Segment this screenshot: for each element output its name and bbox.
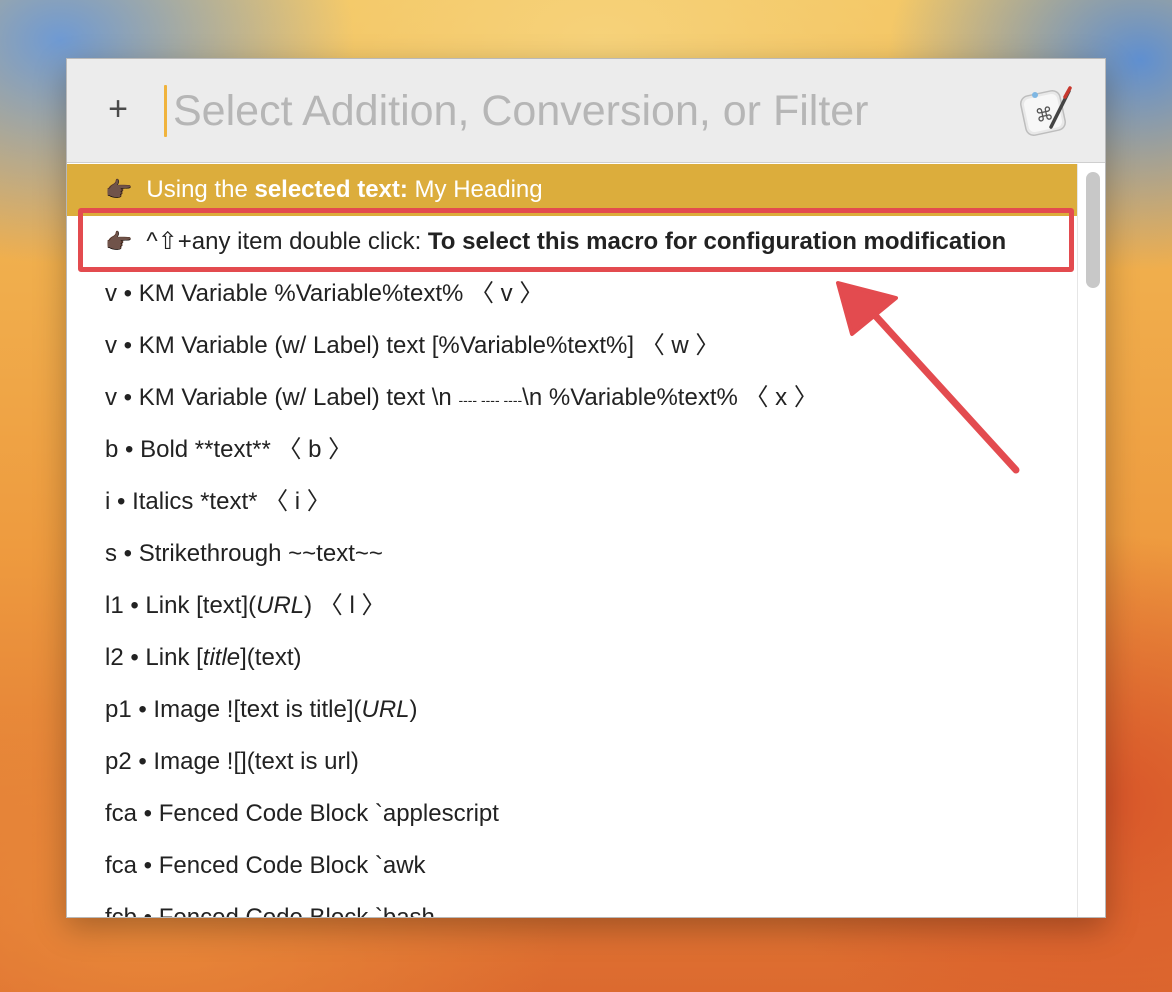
list-item[interactable]: l1 • Link [text](URL) 〈 l 〉 xyxy=(67,580,1077,632)
list-item[interactable]: p1 • Image ![text is title](URL) xyxy=(67,684,1077,736)
list-item[interactable]: s • Strikethrough ~~text~~ xyxy=(67,528,1077,580)
add-button[interactable]: + xyxy=(103,89,133,129)
pointing-hand-icon: 👉🏿 xyxy=(105,177,133,202)
list-item[interactable]: v • KM Variable (w/ Label) text \n ---- … xyxy=(67,372,1077,424)
text-cursor xyxy=(164,85,167,137)
list-item[interactable]: b • Bold **text** 〈 b 〉 xyxy=(67,424,1077,476)
palette-header: + ⌘ xyxy=(67,59,1105,163)
macro-palette-window: + ⌘ 👉🏿Using the selected text: My Headin… xyxy=(66,58,1106,918)
list-item[interactable]: fcb • Fenced Code Block `bash xyxy=(67,892,1077,917)
pointing-hand-icon: 👉🏿 xyxy=(105,229,133,254)
list-item[interactable]: v • KM Variable %Variable%text% 〈 v 〉 xyxy=(67,268,1077,320)
search-input[interactable] xyxy=(173,83,993,139)
keyboard-maestro-icon[interactable]: ⌘ xyxy=(1015,81,1075,141)
list-item[interactable]: p2 • Image ![](text is url) xyxy=(67,736,1077,788)
list-item[interactable]: fca • Fenced Code Block `applescript xyxy=(67,788,1077,840)
scrollbar[interactable] xyxy=(1077,164,1105,917)
list-item[interactable]: fca • Fenced Code Block `awk xyxy=(67,840,1077,892)
list-item[interactable]: v • KM Variable (w/ Label) text [%Variab… xyxy=(67,320,1077,372)
list-item[interactable]: i • Italics *text* 〈 i 〉 xyxy=(67,476,1077,528)
list-item-config-tip[interactable]: 👉🏿 ^⇧+any item double click: To select th… xyxy=(67,216,1077,268)
list-item-selected-text[interactable]: 👉🏿 Using the selected text: My Heading xyxy=(67,164,1077,216)
scrollbar-thumb[interactable] xyxy=(1086,172,1100,288)
list-item[interactable]: l2 • Link [title](text) xyxy=(67,632,1077,684)
action-list: 👉🏿 Using the selected text: My Heading 👉🏿… xyxy=(67,164,1077,917)
